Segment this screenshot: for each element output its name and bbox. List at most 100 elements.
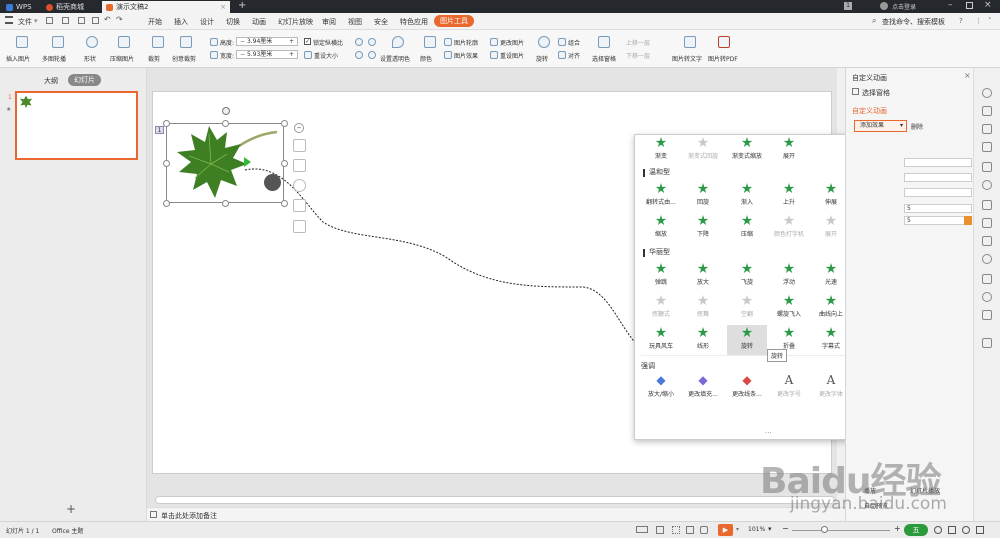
- ime-settings-icon[interactable]: [976, 526, 984, 534]
- menu-picture-tools[interactable]: 图片工具: [434, 15, 474, 27]
- effect-item[interactable]: 浮动: [769, 261, 809, 291]
- down-layer-button[interactable]: 下移一层: [626, 51, 650, 60]
- select-icon[interactable]: [982, 200, 992, 210]
- pic-to-pdf-button[interactable]: 图片转PDF: [708, 54, 738, 63]
- ime-keyboard-icon[interactable]: [948, 526, 956, 534]
- normal-view-icon[interactable]: [656, 526, 664, 534]
- effect-item[interactable]: 飞旋: [727, 261, 767, 291]
- effect-item[interactable]: 下降: [683, 213, 723, 243]
- notes-bar[interactable]: 单击此处添加备注: [147, 507, 845, 521]
- open-icon[interactable]: [46, 17, 53, 24]
- creative-crop-button[interactable]: 创意裁剪: [172, 54, 196, 63]
- menu-transition[interactable]: 切换: [226, 17, 240, 27]
- selection-pane-icon[interactable]: [598, 36, 610, 48]
- crop-button[interactable]: 裁剪: [148, 54, 160, 63]
- save-icon[interactable]: [62, 17, 69, 24]
- up-layer-button[interactable]: 上移一层: [626, 38, 650, 47]
- effect-item[interactable]: 压缩: [727, 213, 767, 243]
- anim-item-dropdown-icon[interactable]: [964, 216, 972, 225]
- effect-item[interactable]: 缩放: [641, 213, 681, 243]
- transparent-icon[interactable]: [392, 36, 404, 48]
- anim-item-2[interactable]: 5: [904, 216, 972, 225]
- menu-file[interactable]: 文件: [18, 17, 32, 27]
- maple-leaf-picture[interactable]: [167, 124, 285, 204]
- picture-preview-icon[interactable]: [264, 174, 281, 191]
- color-icon[interactable]: [424, 36, 436, 48]
- emphasis-item[interactable]: A 更改字号: [769, 373, 809, 398]
- effect-item[interactable]: 玩具风车: [641, 325, 681, 355]
- multi-round-icon[interactable]: [52, 36, 64, 48]
- shapes-icon[interactable]: [982, 124, 992, 134]
- search-icon[interactable]: ⌕: [872, 16, 876, 26]
- close-panel-icon[interactable]: ×: [964, 71, 971, 80]
- picture-icon[interactable]: [982, 236, 992, 246]
- reset-picture-button[interactable]: 重设图片: [500, 51, 524, 60]
- zoom-float-icon[interactable]: [293, 179, 306, 192]
- collapse-icon[interactable]: ˄: [988, 17, 992, 25]
- zoom-slider[interactable]: [792, 530, 890, 531]
- history-icon[interactable]: [982, 292, 992, 302]
- menu-design[interactable]: 设计: [200, 17, 214, 27]
- undo-icon[interactable]: ↶: [104, 15, 111, 24]
- menu-review[interactable]: 审阅: [322, 17, 336, 27]
- effect-item[interactable]: 挥舞: [683, 293, 723, 323]
- new-tab-button[interactable]: +: [238, 0, 246, 11]
- effect-item[interactable]: 回旋: [683, 181, 723, 211]
- emphasis-item[interactable]: ◆ 放大/缩小: [641, 373, 681, 398]
- print-icon[interactable]: [78, 17, 85, 24]
- compress-button[interactable]: 压缩图片: [110, 54, 134, 63]
- tab-slides[interactable]: 幻灯片: [68, 74, 101, 86]
- tab-outline[interactable]: 大纲: [44, 76, 58, 86]
- effect-item[interactable]: 挥鞭式: [641, 293, 681, 323]
- menu-special[interactable]: 特色应用: [400, 17, 428, 27]
- resize-handle-nw[interactable]: [163, 120, 170, 127]
- help-icon[interactable]: ?: [959, 17, 963, 25]
- emphasis-item[interactable]: ◆ 更改线条...: [727, 373, 767, 398]
- pic-to-text-icon[interactable]: [684, 36, 696, 48]
- animation-order-tag[interactable]: 1: [155, 126, 164, 134]
- brightness-down-icon[interactable]: [368, 38, 376, 46]
- pic-to-text-button[interactable]: 图片转文字: [672, 54, 702, 63]
- effect-item[interactable]: 螺旋飞入: [769, 293, 809, 323]
- rotate-handle-icon[interactable]: [222, 107, 230, 115]
- animation-icon[interactable]: [982, 162, 992, 172]
- effect-item[interactable]: 线形: [683, 325, 723, 355]
- rotate-button[interactable]: 旋转: [536, 54, 548, 63]
- settings-icon[interactable]: [982, 88, 992, 98]
- effects-button[interactable]: 图片效果: [454, 51, 478, 60]
- menu-animation[interactable]: 动画: [252, 17, 266, 27]
- zoom-dropdown-icon[interactable]: ▾: [768, 525, 772, 533]
- align-button[interactable]: 对齐: [568, 51, 580, 60]
- share-icon[interactable]: [982, 218, 992, 228]
- zoom-level[interactable]: 101%: [748, 526, 765, 533]
- more-tools-icon[interactable]: [982, 338, 992, 348]
- reading-view-icon[interactable]: [686, 526, 694, 534]
- anim-item-1[interactable]: 5: [904, 204, 972, 213]
- effect-item[interactable]: 旋转: [727, 325, 767, 355]
- effect-item[interactable]: 空翻: [727, 293, 767, 323]
- width-input[interactable]: − 5.93厘米 +: [236, 50, 298, 59]
- slideshow-dropdown-icon[interactable]: ▾: [736, 526, 739, 533]
- insert-picture-button[interactable]: 插入图片: [6, 54, 30, 63]
- close-window-icon[interactable]: ×: [984, 0, 992, 10]
- effect-item[interactable]: 弹跳: [641, 261, 681, 291]
- picture-float-icon[interactable]: [293, 159, 306, 172]
- more-icon[interactable]: ⋮: [975, 17, 982, 25]
- horizontal-scrollbar[interactable]: [155, 496, 835, 504]
- effect-item[interactable]: 放大: [683, 261, 723, 291]
- login-link[interactable]: 点击登录: [892, 2, 916, 11]
- fill-float-icon[interactable]: [293, 220, 306, 233]
- tab-docer[interactable]: 稻壳商城: [42, 1, 100, 13]
- zoom-in-button[interactable]: +: [894, 524, 901, 533]
- slideshow-button[interactable]: 幻灯片播放: [910, 486, 940, 495]
- zoom-slider-thumb[interactable]: [821, 526, 828, 533]
- effect-item[interactable]: 颜色打字机: [769, 213, 809, 243]
- resize-handle-ne[interactable]: [281, 120, 288, 127]
- compress-icon[interactable]: [118, 36, 130, 48]
- group-button[interactable]: 组合: [568, 38, 580, 47]
- format-icon[interactable]: [982, 142, 992, 152]
- insert-picture-icon[interactable]: [16, 36, 28, 48]
- change-picture-button[interactable]: 更改图片: [500, 38, 524, 47]
- menu-insert[interactable]: 插入: [174, 17, 188, 27]
- menu-security[interactable]: 安全: [374, 17, 388, 27]
